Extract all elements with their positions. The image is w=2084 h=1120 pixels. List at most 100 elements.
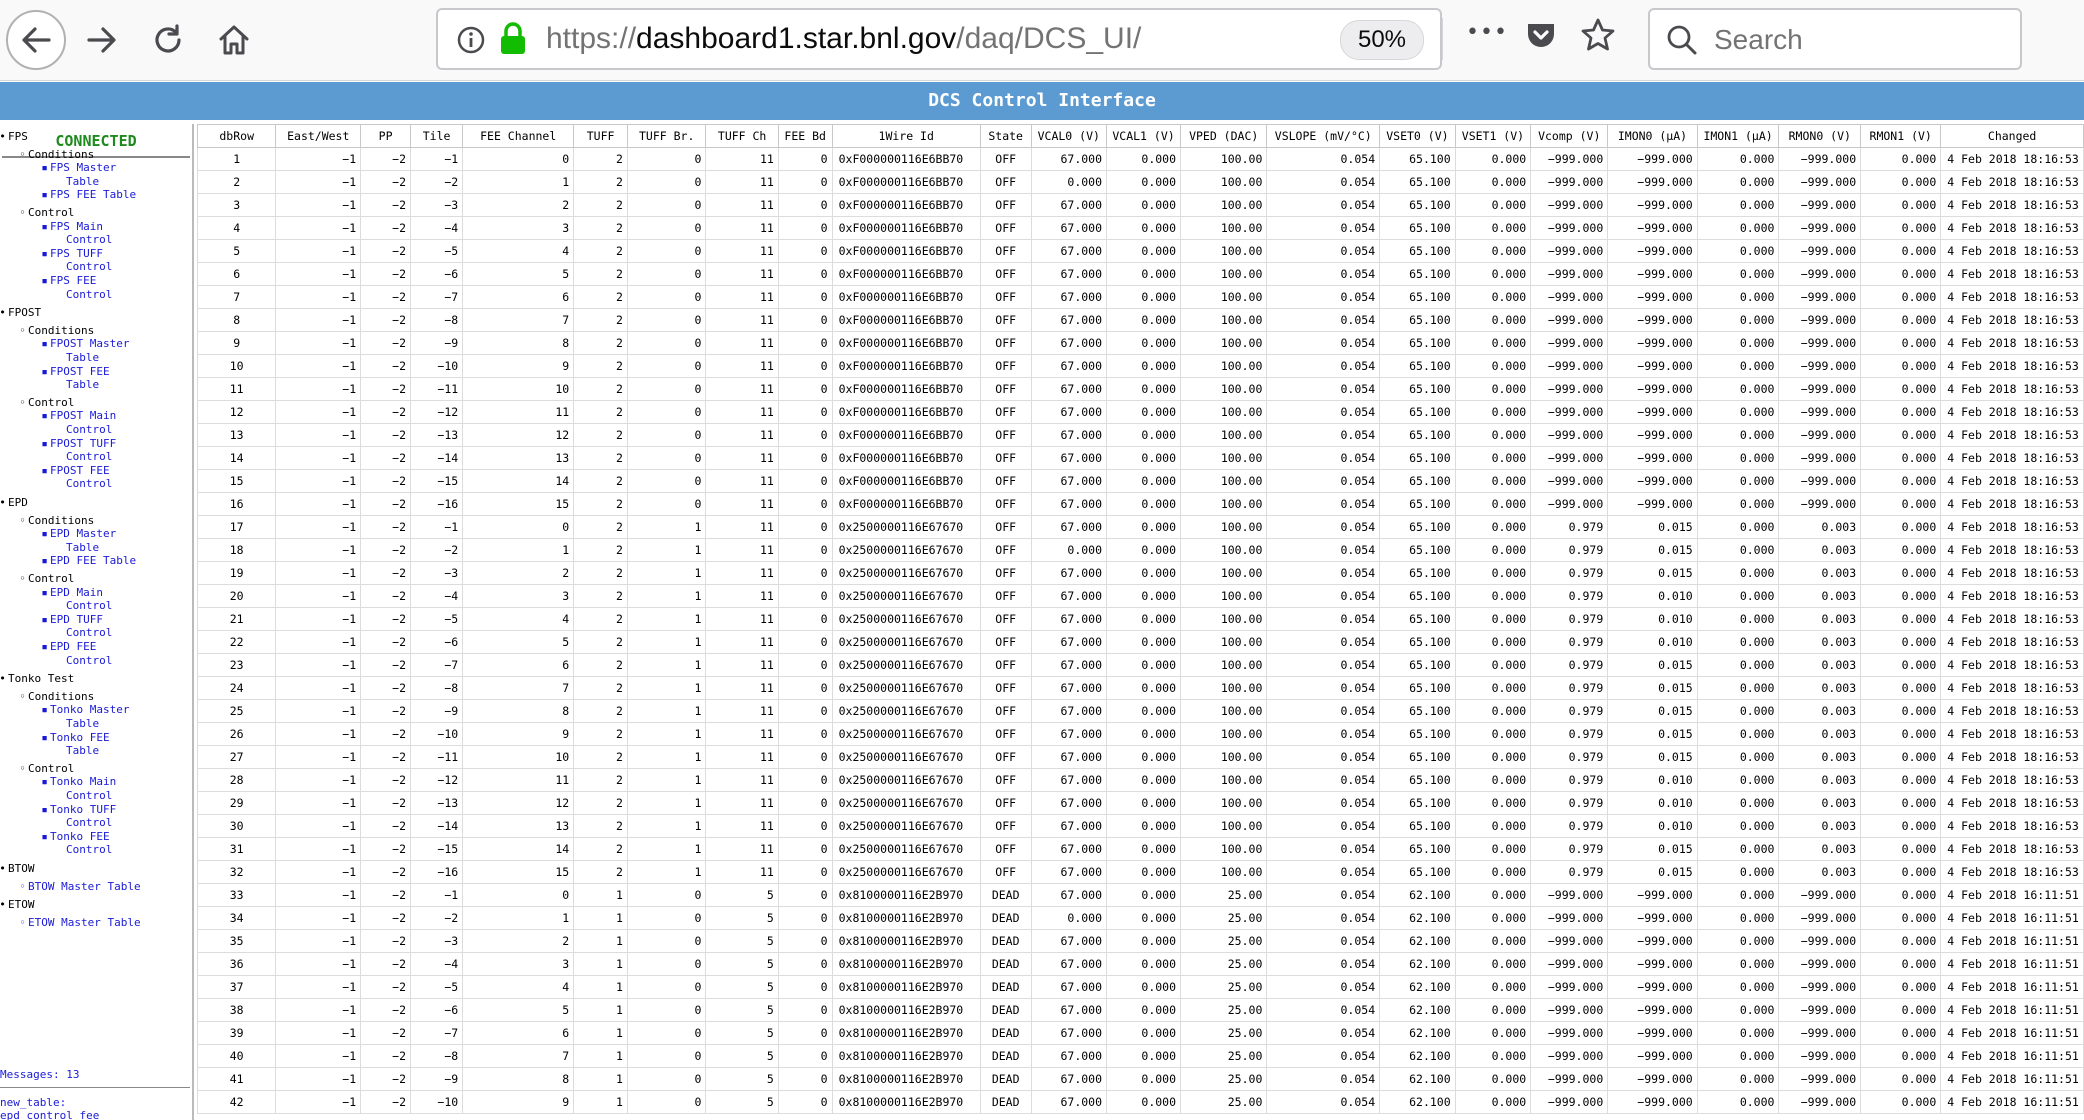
sidebar-link[interactable]: Control (66, 450, 112, 463)
url-text[interactable]: https://dashboard1.star.bnl.gov/daq/DCS_… (546, 22, 1141, 56)
sidebar-link[interactable]: ▪ FPS FEE Table (41, 188, 136, 201)
column-header[interactable]: FEE Bd (777, 124, 833, 148)
sidebar-link[interactable]: Control (66, 789, 112, 802)
table-row[interactable]: 33 −1 −2 −1 0 1 0 5 0 0x8100000116E2B970 DEAD 67.00… (197, 883, 2084, 907)
sidebar-link[interactable]: ▪ Tonko FEE (41, 830, 109, 843)
sidebar-link[interactable]: ▪ EPD TUFF (41, 613, 103, 626)
sidebar-link[interactable]: ▪ Tonko TUFF (41, 803, 116, 816)
home-button[interactable] (208, 14, 260, 66)
table-row[interactable]: 12 −1 −2 −12 11 2 0 11 0 0xF000000116E6BB70 OFF 67.… (197, 400, 2084, 424)
sidebar-link[interactable]: ▪ Tonko FEE (41, 731, 109, 744)
table-row[interactable]: 39 −1 −2 −7 6 1 0 5 0 0x8100000116E2B970 DEAD 67.00… (197, 1021, 2084, 1045)
info-icon[interactable] (456, 25, 486, 55)
sidebar-link[interactable]: Control (66, 816, 112, 829)
sidebar-link[interactable]: ▪ FPS Main (41, 220, 103, 233)
column-header[interactable]: VCAL1 (V) (1106, 124, 1182, 148)
column-header[interactable]: VSLOPE (mV/°C) (1266, 124, 1381, 148)
column-header[interactable]: TUFF Br. (626, 124, 707, 148)
sidebar-link[interactable]: ▪ FPOST Master (41, 337, 129, 350)
column-header[interactable]: Vcomp (V) (1530, 124, 1609, 148)
sidebar-link[interactable]: ▪ FPOST FEE (41, 464, 109, 477)
sidebar-link[interactable]: Control (66, 654, 112, 667)
column-header[interactable]: East/West (275, 124, 362, 148)
sidebar-link[interactable]: ▪ Tonko Master (41, 703, 129, 716)
pocket-button[interactable] (1524, 18, 1558, 56)
table-row[interactable]: 16 −1 −2 −16 15 2 0 11 0 0xF000000116E6BB70 OFF 67.… (197, 492, 2084, 516)
column-header[interactable]: VCAL0 (V) (1030, 124, 1108, 148)
sidebar-link[interactable]: ▪ FPS TUFF (41, 247, 103, 260)
column-header[interactable]: VPED (DAC) (1180, 124, 1268, 148)
column-header[interactable]: dbRow (197, 124, 277, 148)
table-row[interactable]: 11 −1 −2 −11 10 2 0 11 0 0xF000000116E6BB70 OFF 67.… (197, 377, 2084, 401)
column-header[interactable]: Tile (410, 124, 464, 148)
sidebar-link[interactable]: Control (66, 843, 112, 856)
column-header[interactable]: 1Wire Id (831, 124, 981, 148)
sidebar-link[interactable]: Control (66, 626, 112, 639)
table-row[interactable]: 8 −1 −2 −8 7 2 0 11 0 0xF000000116E6BB70 OFF 67.000… (197, 308, 2084, 332)
table-row[interactable]: 17 −1 −2 −1 0 2 1 11 0 0x2500000116E67670 OFF 67.00… (197, 515, 2084, 539)
sidebar-link[interactable]: ▪ Tonko Main (41, 775, 116, 788)
forward-button[interactable] (76, 14, 128, 66)
reload-button[interactable] (142, 14, 194, 66)
sidebar-link[interactable]: Table (66, 744, 99, 757)
table-row[interactable]: 21 −1 −2 −5 4 2 1 11 0 0x2500000116E67670 OFF 67.00… (197, 607, 2084, 631)
table-row[interactable]: 40 −1 −2 −8 7 1 0 5 0 0x8100000116E2B970 DEAD 67.00… (197, 1044, 2084, 1068)
sidebar-link[interactable]: ▪ FPS FEE (41, 274, 96, 287)
sidebar-link[interactable]: ▪ EPD Main (41, 586, 103, 599)
column-header[interactable]: TUFF (573, 124, 628, 148)
column-header[interactable]: VSET0 (V) (1379, 124, 1456, 148)
bookmark-button[interactable] (1580, 17, 1616, 57)
table-row[interactable]: 10 −1 −2 −10 9 2 0 11 0 0xF000000116E6BB70 OFF 67.0… (197, 354, 2084, 378)
table-row[interactable]: 6 −1 −2 −6 5 2 0 11 0 0xF000000116E6BB70 OFF 67.000… (197, 262, 2084, 286)
table-row[interactable]: 5 −1 −2 −5 4 2 0 11 0 0xF000000116E6BB70 OFF 67.000… (197, 239, 2084, 263)
column-header[interactable]: VSET1 (V) (1454, 124, 1532, 148)
sidebar-link[interactable]: ◦ ETOW Master Table (19, 916, 140, 929)
sidebar-link[interactable]: Control (66, 233, 112, 246)
table-row[interactable]: 9 −1 −2 −9 8 2 0 11 0 0xF000000116E6BB70 OFF 67.000… (197, 331, 2084, 355)
sidebar-link[interactable]: Control (66, 599, 112, 612)
column-header[interactable]: IMON1 (µA) (1696, 124, 1780, 148)
table-row[interactable]: 15 −1 −2 −15 14 2 0 11 0 0xF000000116E6BB70 OFF 67.… (197, 469, 2084, 493)
zoom-level-badge[interactable]: 50% (1340, 20, 1424, 60)
table-row[interactable]: 13 −1 −2 −13 12 2 0 11 0 0xF000000116E6BB70 OFF 67.… (197, 423, 2084, 447)
sidebar-link[interactable]: Table (66, 175, 99, 188)
page-actions-button[interactable]: ••• (1466, 20, 1508, 45)
table-row[interactable]: 31 −1 −2 −15 14 2 1 11 0 0x2500000116E67670 OFF 67.… (197, 837, 2084, 861)
table-row[interactable]: 25 −1 −2 −9 8 2 1 11 0 0x2500000116E67670 OFF 67.00… (197, 699, 2084, 723)
sidebar-link[interactable]: Table (66, 541, 99, 554)
column-header[interactable]: TUFF Ch (705, 124, 779, 148)
table-row[interactable]: 41 −1 −2 −9 8 1 0 5 0 0x8100000116E2B970 DEAD 67.00… (197, 1067, 2084, 1091)
table-row[interactable]: 35 −1 −2 −3 2 1 0 5 0 0x8100000116E2B970 DEAD 67.00… (197, 929, 2084, 953)
lock-icon[interactable] (498, 22, 528, 56)
sidebar-link[interactable]: Control (66, 288, 112, 301)
sidebar-link[interactable]: Control (66, 260, 112, 273)
column-header[interactable]: State (979, 124, 1032, 148)
table-row[interactable]: 7 −1 −2 −7 6 2 0 11 0 0xF000000116E6BB70 OFF 67.000… (197, 285, 2084, 309)
table-row[interactable]: 14 −1 −2 −14 13 2 0 11 0 0xF000000116E6BB70 OFF 67.… (197, 446, 2084, 470)
sidebar-link[interactable]: Table (66, 351, 99, 364)
column-header[interactable]: RMON0 (V) (1778, 124, 1862, 148)
column-header[interactable]: RMON1 (V) (1860, 124, 1942, 148)
table-row[interactable]: 23 −1 −2 −7 6 2 1 11 0 0x2500000116E67670 OFF 67.00… (197, 653, 2084, 677)
column-header[interactable]: FEE Channel (462, 124, 575, 148)
table-row[interactable]: 28 −1 −2 −12 11 2 1 11 0 0x2500000116E67670 OFF 67.… (197, 768, 2084, 792)
sidebar-link[interactable]: ▪ FPS Master (41, 161, 116, 174)
sidebar-link[interactable]: ▪ FPOST TUFF (41, 437, 116, 450)
back-button[interactable] (6, 10, 66, 70)
table-row[interactable]: 20 −1 −2 −4 3 2 1 11 0 0x2500000116E67670 OFF 67.00… (197, 584, 2084, 608)
table-row[interactable]: 30 −1 −2 −14 13 2 1 11 0 0x2500000116E67670 OFF 67.… (197, 814, 2084, 838)
search-input[interactable]: Search (1648, 8, 2022, 70)
table-row[interactable]: 4 −1 −2 −4 3 2 0 11 0 0xF000000116E6BB70 OFF 67.000… (197, 216, 2084, 240)
sidebar-link[interactable]: Table (66, 717, 99, 730)
table-row[interactable]: 24 −1 −2 −8 7 2 1 11 0 0x2500000116E67670 OFF 67.00… (197, 676, 2084, 700)
sidebar-link[interactable]: ▪ FPOST Main (41, 409, 116, 422)
table-row[interactable]: 1 −1 −2 −1 0 2 0 11 0 0xF000000116E6BB70 OFF 67.000… (197, 147, 2084, 171)
table-row[interactable]: 2 −1 −2 −2 1 2 0 11 0 0xF000000116E6BB70 OFF 0.000 0… (197, 170, 2084, 194)
column-header[interactable]: PP (360, 124, 412, 148)
table-row[interactable]: 22 −1 −2 −6 5 2 1 11 0 0x2500000116E67670 OFF 67.00… (197, 630, 2084, 654)
column-header[interactable]: IMON0 (µA) (1607, 124, 1698, 148)
table-row[interactable]: 38 −1 −2 −6 5 1 0 5 0 0x8100000116E2B970 DEAD 67.00… (197, 998, 2084, 1022)
table-row[interactable]: 42 −1 −2 −10 9 1 0 5 0 0x8100000116E2B970 DEAD 67.0… (197, 1090, 2084, 1114)
sidebar-link[interactable]: ▪ EPD FEE Table (41, 554, 136, 567)
table-row[interactable]: 36 −1 −2 −4 3 1 0 5 0 0x8100000116E2B970 DEAD 67.00… (197, 952, 2084, 976)
